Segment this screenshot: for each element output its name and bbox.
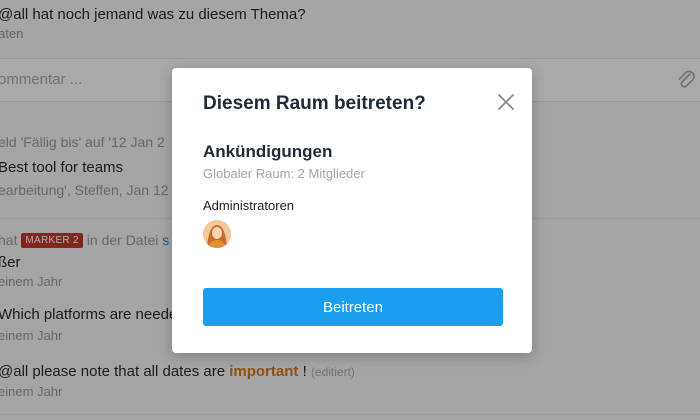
dialog-title: Diesem Raum beitreten? xyxy=(203,93,426,114)
room-name: Ankündigungen xyxy=(203,142,333,161)
admins-label: Administratoren xyxy=(203,198,295,213)
room-meta: Globaler Raum: 2 Mitglieder xyxy=(203,166,365,181)
admin-avatar[interactable] xyxy=(203,220,231,248)
join-button[interactable]: Beitreten xyxy=(203,288,503,326)
join-room-dialog: Diesem Raum beitreten? Ankündigungen Glo… xyxy=(172,68,532,353)
close-icon[interactable] xyxy=(496,92,516,112)
